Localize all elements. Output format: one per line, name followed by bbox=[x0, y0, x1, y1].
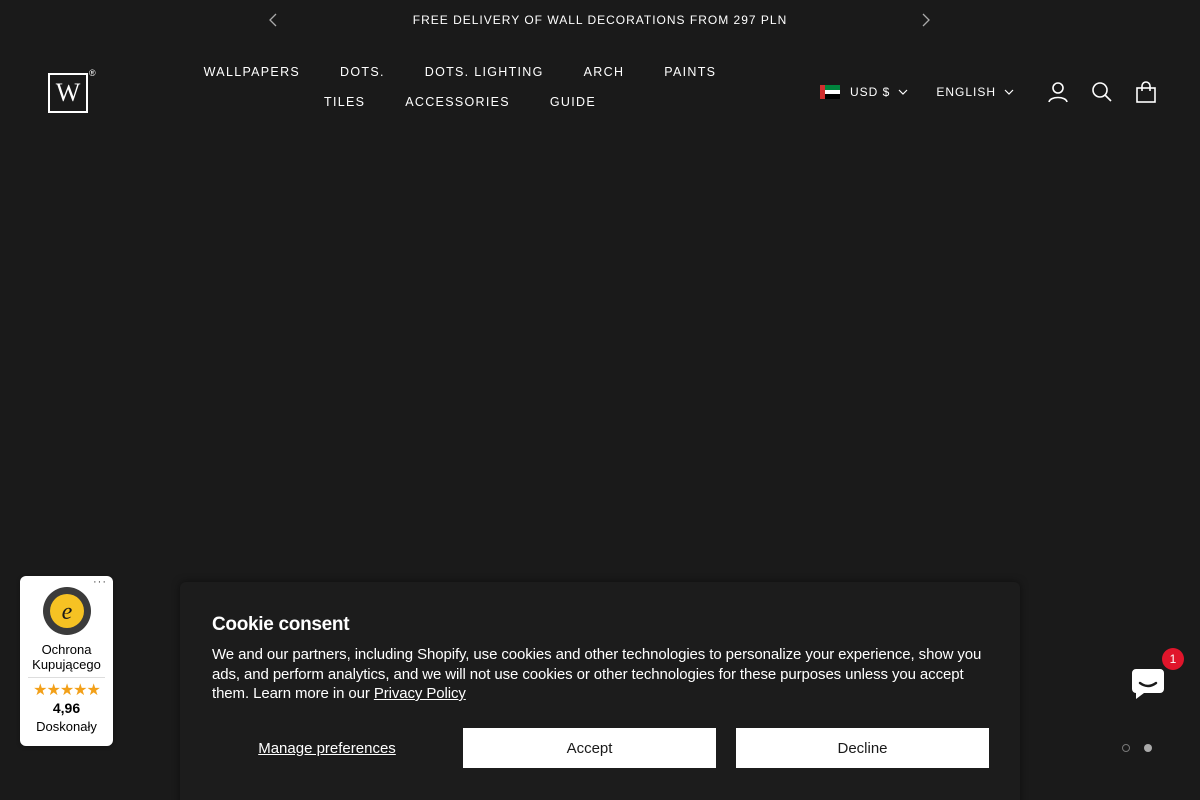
chevron-down-icon bbox=[898, 89, 908, 95]
cookie-body-text: We and our partners, including Shopify, … bbox=[212, 646, 982, 702]
trusted-shops-badge[interactable]: ··· e Ochrona Kupującego ★★★★★ 4,96 Dosk… bbox=[20, 576, 113, 746]
logo-text: W bbox=[55, 78, 81, 107]
chat-bubble-icon bbox=[1132, 669, 1164, 699]
nav-tiles[interactable]: TILES bbox=[304, 94, 385, 110]
slide-dot-1[interactable] bbox=[1122, 744, 1130, 752]
trust-score: 4,96 bbox=[52, 700, 81, 716]
nav-wallpapers[interactable]: WALLPAPERS bbox=[184, 64, 320, 80]
svg-text:e: e bbox=[62, 599, 73, 625]
chevron-down-icon bbox=[1004, 89, 1014, 95]
privacy-policy-link[interactable]: Privacy Policy bbox=[374, 685, 466, 702]
announcement-text: FREE DELIVERY OF WALL DECORATIONS FROM 2… bbox=[412, 13, 788, 27]
chat-launcher[interactable] bbox=[1126, 662, 1170, 706]
star-rating-icon: ★★★★★ bbox=[33, 682, 101, 699]
nav-guide[interactable]: GUIDE bbox=[530, 94, 616, 110]
cookie-title: Cookie consent bbox=[212, 614, 350, 635]
announcement-bar: FREE DELIVERY OF WALL DECORATIONS FROM 2… bbox=[0, 0, 1200, 40]
slideshow-dots bbox=[1122, 744, 1152, 752]
chat-notification-badge: 1 bbox=[1162, 648, 1184, 670]
nav-dots-lighting[interactable]: DOTS. LIGHTING bbox=[405, 64, 564, 80]
language-selector[interactable]: ENGLISH bbox=[936, 85, 1014, 99]
nav-accessories[interactable]: ACCESSORIES bbox=[385, 94, 530, 110]
currency-label: USD $ bbox=[850, 85, 891, 99]
slide-dot-2[interactable] bbox=[1144, 744, 1152, 752]
trusted-shops-seal-icon: e bbox=[43, 587, 91, 635]
trust-verdict: Doskonały bbox=[36, 719, 97, 734]
currency-selector[interactable]: USD $ bbox=[820, 85, 908, 100]
cart-icon[interactable] bbox=[1134, 80, 1158, 104]
manage-preferences-button[interactable]: Manage preferences bbox=[212, 728, 442, 768]
chevron-right-icon[interactable] bbox=[918, 12, 934, 28]
logo-registered-mark: ® bbox=[89, 68, 96, 78]
accept-button[interactable]: Accept bbox=[463, 728, 716, 768]
chevron-left-icon[interactable] bbox=[265, 12, 281, 28]
header-tools: USD $ ENGLISH bbox=[820, 80, 1158, 104]
cookie-consent-dialog: Cookie consent We and our partners, incl… bbox=[180, 582, 1020, 800]
uae-flag-icon bbox=[820, 85, 840, 100]
trust-title: Ochrona Kupującego bbox=[32, 642, 101, 672]
nav-dots[interactable]: DOTS. bbox=[320, 64, 405, 80]
more-options-icon[interactable]: ··· bbox=[93, 576, 107, 588]
nav-arch[interactable]: ARCH bbox=[564, 64, 645, 80]
nav-paints[interactable]: PAINTS bbox=[644, 64, 736, 80]
main-nav: WALLPAPERS DOTS. DOTS. LIGHTING ARCH PAI… bbox=[150, 64, 770, 110]
decline-button[interactable]: Decline bbox=[736, 728, 989, 768]
site-header: W ® WALLPAPERS DOTS. DOTS. LIGHTING ARCH… bbox=[0, 40, 1200, 140]
account-icon[interactable] bbox=[1046, 80, 1070, 104]
search-icon[interactable] bbox=[1090, 80, 1114, 104]
trust-divider bbox=[28, 677, 105, 678]
cookie-body: We and our partners, including Shopify, … bbox=[212, 645, 1002, 704]
logo[interactable]: W bbox=[48, 73, 88, 113]
language-label: ENGLISH bbox=[936, 85, 997, 99]
